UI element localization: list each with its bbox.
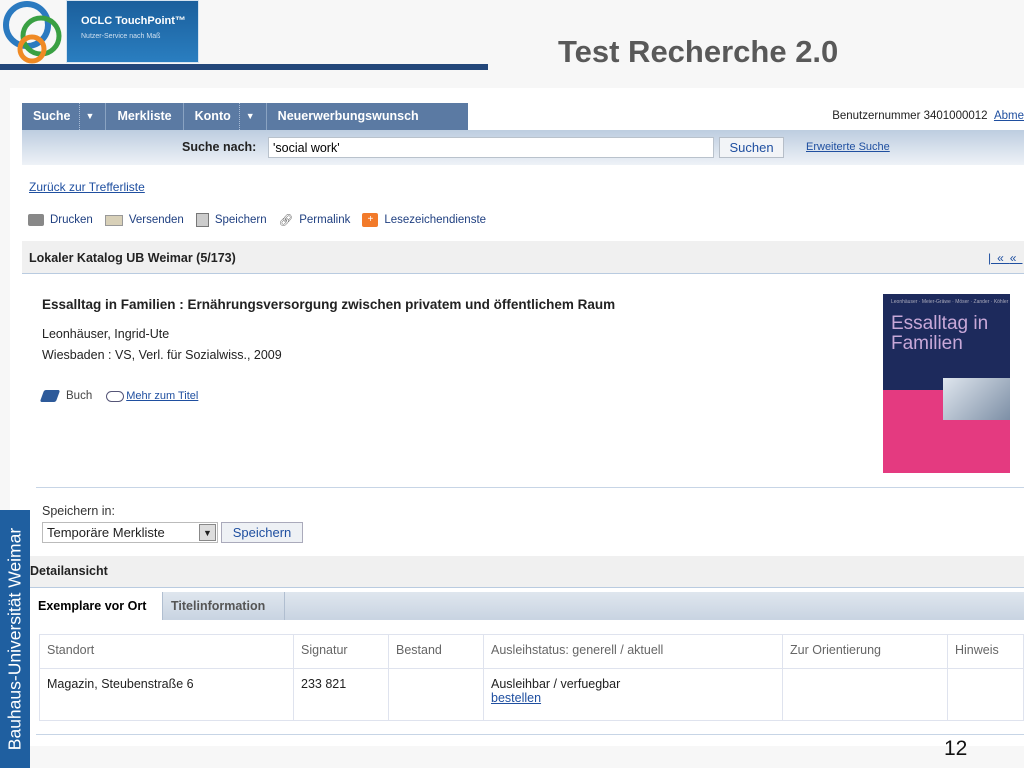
detail-tabs: Exemplare vor Ort Titelinformation xyxy=(30,592,1024,620)
nav-konto[interactable]: Konto ▼ xyxy=(184,103,267,130)
tab-exemplare[interactable]: Exemplare vor Ort xyxy=(30,592,162,620)
nav-suche[interactable]: Suche ▼ xyxy=(22,103,107,130)
slide-title: Test Recherche 2.0 xyxy=(558,34,839,69)
search-button[interactable]: Suchen xyxy=(719,137,784,158)
cell-status: Ausleihbar / verfuegbar bestellen xyxy=(483,668,783,721)
logo-circles-icon xyxy=(3,1,62,64)
col-bestand: Bestand xyxy=(388,634,484,669)
header-divider xyxy=(0,64,488,70)
nav-merkliste[interactable]: Merkliste xyxy=(106,103,184,130)
oclc-logo xyxy=(0,0,62,64)
back-to-results-link[interactable]: Zurück zur Trefferliste xyxy=(29,180,145,194)
selected-list: Temporäre Merkliste xyxy=(47,525,165,540)
divider xyxy=(36,487,1024,488)
floppy-icon xyxy=(195,213,209,227)
nav-label: Konto xyxy=(194,109,231,123)
col-standort: Standort xyxy=(39,634,294,669)
main-nav: Suche ▼ Merkliste Konto ▼ Neuerwerbungswun… xyxy=(22,103,468,130)
tool-label: Speichern xyxy=(214,214,267,226)
cell-standort: Magazin, Steubenstraße 6 xyxy=(39,668,294,721)
holdings-table: Standort Signatur Bestand Ausleihstatus:… xyxy=(39,634,1024,721)
bookmark-services-button[interactable]: + Lesezeichendienste xyxy=(362,213,486,227)
tool-label: Permalink xyxy=(299,214,351,226)
order-link[interactable]: bestellen xyxy=(491,691,541,705)
divider xyxy=(36,734,1024,735)
cover-title: Essalltag in Familien xyxy=(891,313,989,354)
nav-neuerwerbungswunsch[interactable]: Neuerwerbungswunsch xyxy=(267,103,468,130)
catalog-label: Lokaler Katalog UB Weimar (5/173) xyxy=(29,251,236,265)
col-hinweis: Hinweis xyxy=(947,634,1024,669)
toolbar: Drucken Versenden Speichern 🔗︎ Permalink … xyxy=(28,213,486,227)
detail-label: Detailansicht xyxy=(30,564,108,578)
pager: |«« xyxy=(988,251,1022,265)
nav-label: Suche xyxy=(33,109,71,123)
cell-orientierung xyxy=(782,668,948,721)
tool-label: Lesezeichendienste xyxy=(384,214,487,226)
user-number: Benutzernummer 3401000012 xyxy=(832,110,988,122)
brand-box: OCLC TouchPoint™ Nutzer-Service nach Maß xyxy=(66,0,199,63)
save-in-label: Speichern in: xyxy=(42,504,115,518)
cell-bestand xyxy=(388,668,484,721)
nav-label: Merkliste xyxy=(117,109,172,123)
col-status: Ausleihstatus: generell / aktuell xyxy=(483,634,783,669)
search-input[interactable] xyxy=(268,137,714,158)
search-label: Suche nach: xyxy=(182,140,257,154)
chevron-down-icon[interactable]: ▼ xyxy=(238,103,255,130)
tool-label: Drucken xyxy=(50,214,93,226)
bookmark-plus-icon: + xyxy=(362,213,379,227)
cell-signatur: 233 821 xyxy=(293,668,389,721)
detail-bar xyxy=(30,556,1024,588)
table-header-row: Standort Signatur Bestand Ausleihstatus:… xyxy=(39,634,1024,669)
nav-label: Neuerwerbungswunsch xyxy=(277,109,419,123)
save-button[interactable]: Speichern xyxy=(221,522,303,543)
record-publication: Wiesbaden : VS, Verl. für Sozialwiss., 2… xyxy=(42,348,282,362)
permalink-button[interactable]: 🔗︎ Permalink xyxy=(279,213,351,227)
record-type-row: Buch Mehr zum Titel xyxy=(39,390,198,402)
tab-titelinformation[interactable]: Titelinformation xyxy=(162,592,285,620)
envelope-icon xyxy=(104,214,123,226)
col-signatur: Signatur xyxy=(293,634,389,669)
page-number: 12 xyxy=(944,737,968,760)
advanced-search-link[interactable]: Erweiterte Suche xyxy=(806,141,890,153)
status-text: Ausleihbar / verfuegbar xyxy=(491,677,621,691)
record-type: Buch xyxy=(66,390,93,402)
previous-record-link[interactable]: « xyxy=(1010,251,1023,265)
cell-hinweis xyxy=(947,668,1024,721)
more-about-title-link[interactable]: Mehr zum Titel xyxy=(126,390,198,402)
col-orientierung: Zur Orientierung xyxy=(782,634,948,669)
user-info: Benutzernummer 3401000012 Abme xyxy=(470,103,1024,130)
first-record-link[interactable]: |« xyxy=(988,251,1010,265)
book-icon xyxy=(39,390,61,402)
send-button[interactable]: Versenden xyxy=(104,214,184,226)
university-label: Bauhaus-Universität Weimar xyxy=(4,527,25,751)
brand-tagline: Nutzer-Service nach Maß xyxy=(81,33,161,40)
table-row: Magazin, Steubenstraße 6 233 821 Ausleih… xyxy=(39,668,1024,721)
chevron-down-icon[interactable]: ▼ xyxy=(78,103,94,130)
details-icon xyxy=(106,390,125,402)
logout-link[interactable]: Abme xyxy=(994,110,1024,122)
save-list-select[interactable]: Temporäre Merkliste ▼ xyxy=(42,522,218,543)
print-button[interactable]: Drucken xyxy=(28,214,93,226)
record-author: Leonhäuser, Ingrid-Ute xyxy=(42,327,170,341)
tool-label: Versenden xyxy=(128,214,184,226)
save-tool-button[interactable]: Speichern xyxy=(195,213,267,227)
printer-icon xyxy=(28,214,44,226)
chevron-down-icon[interactable]: ▼ xyxy=(199,524,216,541)
record-title: Essalltag in Familien : Ernährungsversor… xyxy=(42,297,616,312)
chain-link-icon: 🔗︎ xyxy=(278,215,294,227)
cover-authors: Leonhäuser · Meier-Gräwe · Möser · Zande… xyxy=(891,299,1009,305)
book-cover[interactable]: Leonhäuser · Meier-Gräwe · Möser · Zande… xyxy=(883,294,1010,473)
cover-photo xyxy=(943,378,1010,420)
brand-name: OCLC TouchPoint™ xyxy=(81,15,186,27)
